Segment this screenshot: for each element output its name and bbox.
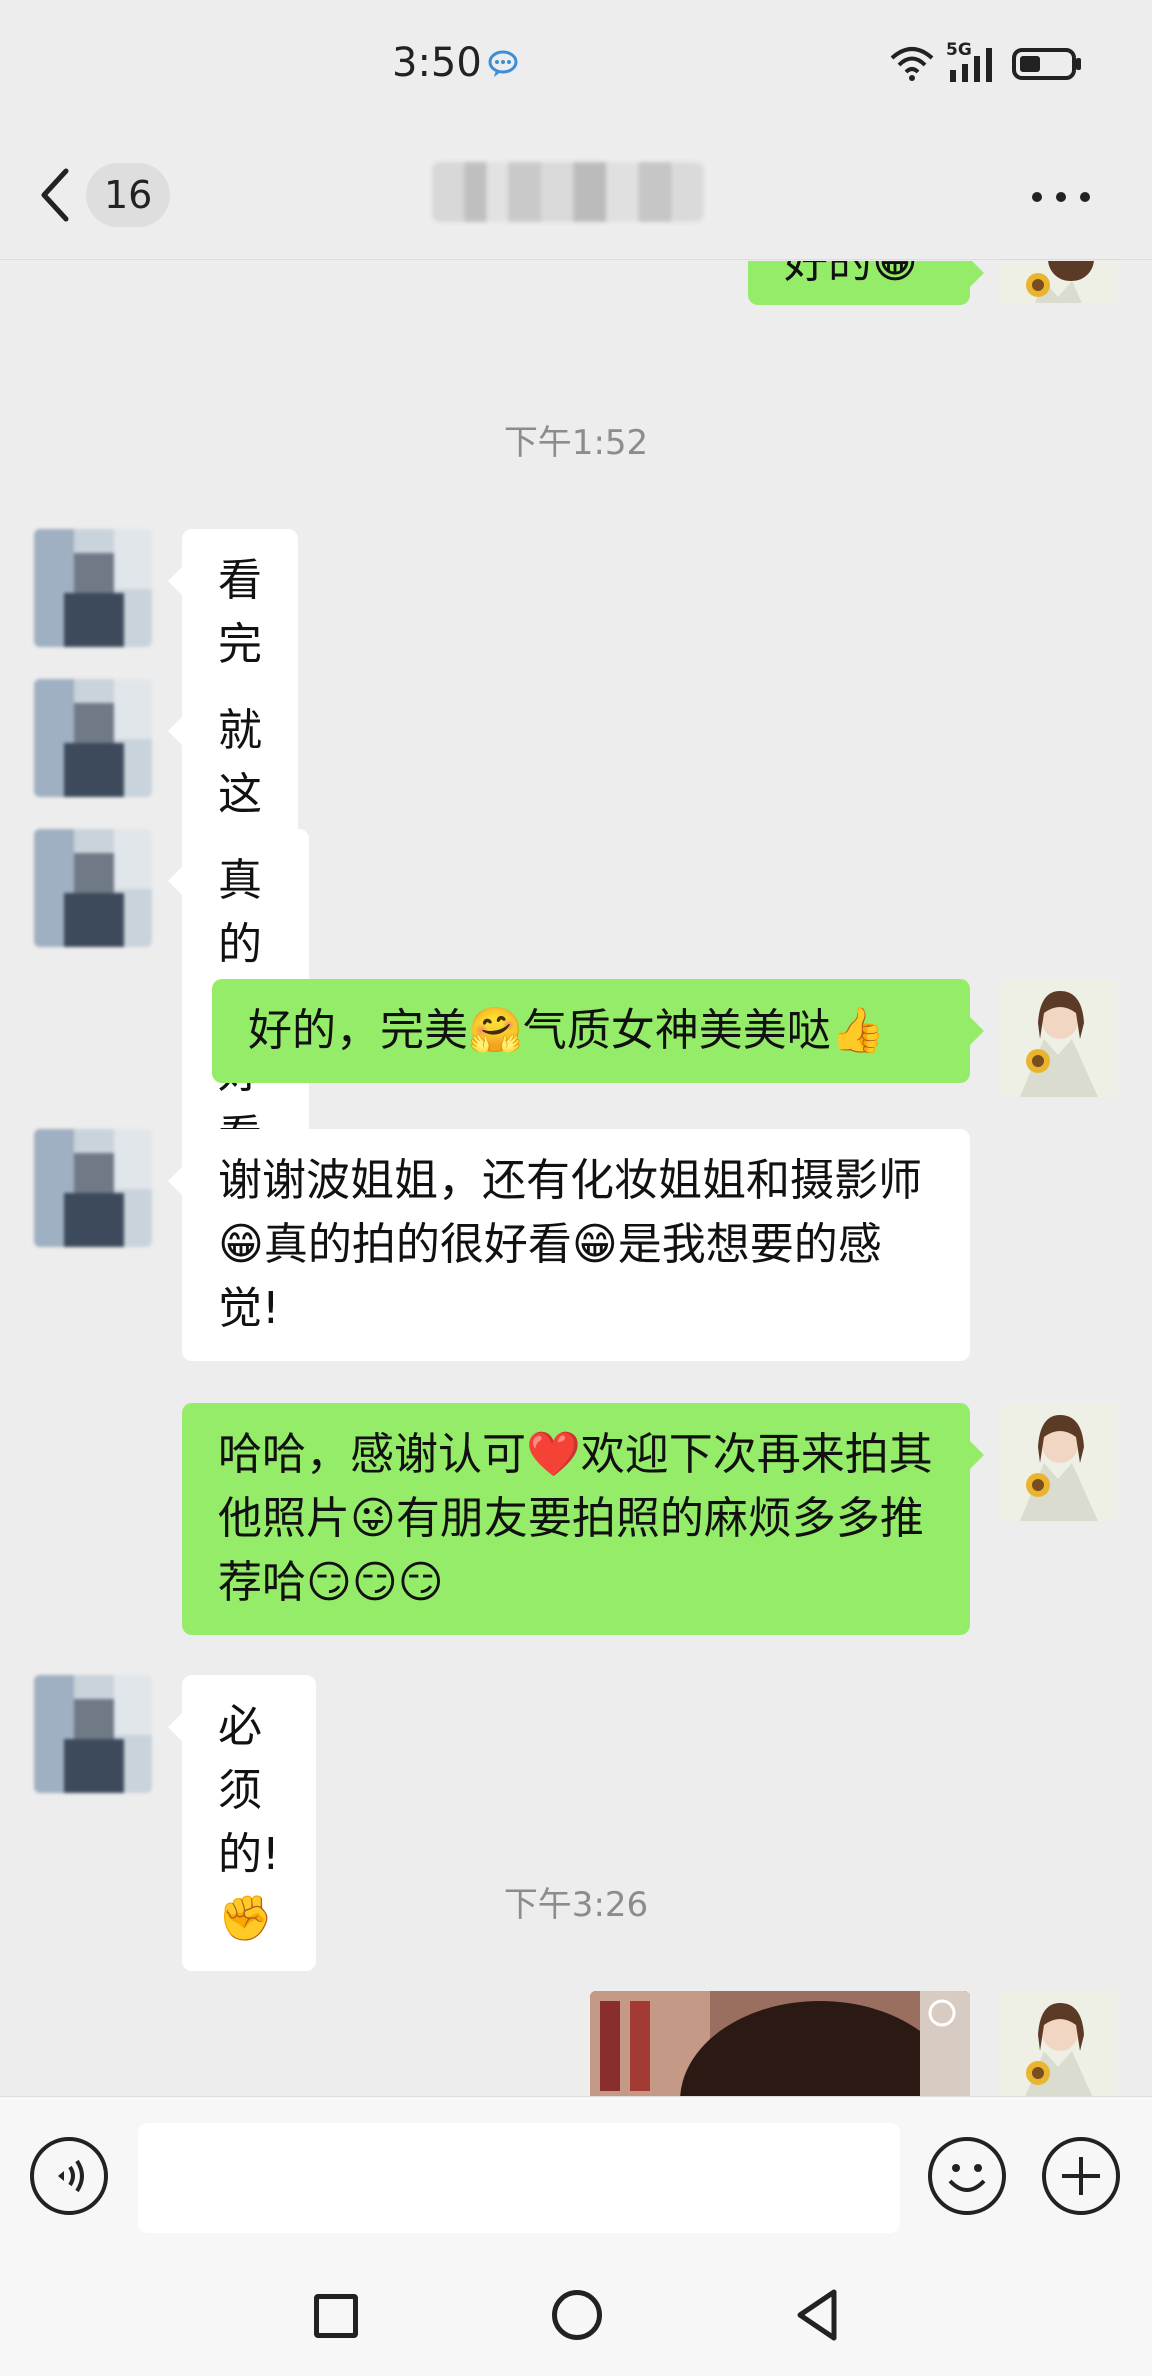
friend-avatar[interactable]	[34, 529, 152, 647]
back-triangle-icon[interactable]	[794, 2288, 840, 2342]
chat-bubble-icon	[488, 50, 518, 77]
title-bar: 16	[0, 130, 1152, 260]
friend-avatar[interactable]	[34, 1675, 152, 1793]
more-dots-icon[interactable]	[1026, 172, 1096, 222]
signal-icon: 5G	[946, 40, 1000, 84]
input-bar	[0, 2096, 1152, 2260]
message-input[interactable]	[138, 2123, 900, 2233]
status-bar: 3:50 5G	[0, 0, 1152, 130]
wifi-icon	[890, 47, 934, 81]
timestamp: 下午1:52	[503, 423, 649, 463]
chat-title-redacted	[432, 162, 704, 222]
recents-square-icon[interactable]	[314, 2294, 358, 2338]
status-time: 3:50	[392, 40, 482, 86]
my-avatar[interactable]	[1000, 1991, 1118, 2096]
friend-avatar[interactable]	[34, 1129, 152, 1247]
plus-icon[interactable]	[1042, 2137, 1120, 2215]
message-text: 谢谢波姐姐，还有化妆姐姐和摄影师😁真的拍的很好看😁是我想要的感觉!	[218, 1155, 922, 1334]
friend-avatar[interactable]	[34, 679, 152, 797]
chat-screen: 3:50 5G 16 好的😁 下午1:52 看完 就这 真的 好的，完美🤗气质女…	[0, 0, 1152, 2376]
voice-icon[interactable]	[30, 2137, 108, 2215]
image-message[interactable]	[590, 1991, 970, 2096]
message-text: 哈哈，感谢认可❤️欢迎下次再来拍其他照片😜有朋友要拍照的麻烦多多推荐哈😏😏😏	[218, 1429, 933, 1608]
message-text: 好的😁	[784, 261, 918, 288]
friend-avatar[interactable]	[34, 829, 152, 947]
message-text: 好的，完美🤗气质女神美美哒👍	[248, 1005, 886, 1056]
status-icons: 5G	[890, 40, 1084, 84]
message-bubble[interactable]: 哈哈，感谢认可❤️欢迎下次再来拍其他照片😜有朋友要拍照的麻烦多多推荐哈😏😏😏	[182, 1403, 984, 1635]
message-bubble[interactable]: 必须的!✊	[168, 1675, 316, 1971]
emoji-icon[interactable]	[928, 2137, 1006, 2215]
message-bubble[interactable]: 好的😁	[748, 261, 984, 305]
system-nav-bar	[0, 2260, 1152, 2376]
message-bubble[interactable]: 好的，完美🤗气质女神美美哒👍	[212, 979, 984, 1083]
message-bubble[interactable]: 谢谢波姐姐，还有化妆姐姐和摄影师😁真的拍的很好看😁是我想要的感觉!	[168, 1129, 970, 1361]
my-avatar[interactable]	[1000, 261, 1118, 303]
battery-icon	[1012, 48, 1081, 80]
chevron-left-icon	[41, 168, 69, 222]
message-list[interactable]: 好的😁 下午1:52 看完啦 就这样就可以了	[0, 261, 1152, 2096]
back-button[interactable]: 16	[40, 160, 180, 230]
unread-count-badge: 16	[86, 163, 171, 227]
my-avatar[interactable]	[1000, 979, 1118, 1097]
my-avatar[interactable]	[1000, 1403, 1118, 1521]
home-circle-icon[interactable]	[552, 2290, 602, 2340]
timestamp: 下午3:26	[503, 1885, 649, 1925]
